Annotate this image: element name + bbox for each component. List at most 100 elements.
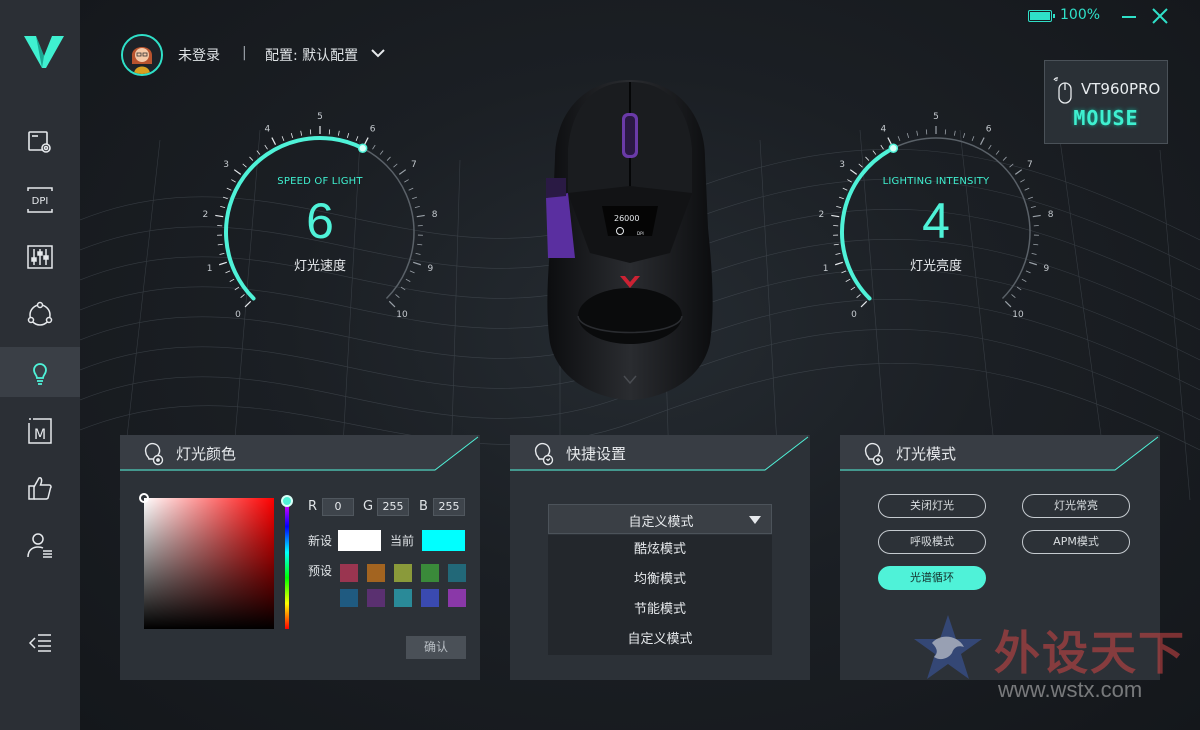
gauge-tick bbox=[290, 132, 294, 139]
device-name: VT960PRO bbox=[1081, 80, 1161, 98]
preset-color-swatch[interactable] bbox=[448, 589, 466, 607]
shortcut-panel-title: 快捷设置 bbox=[566, 445, 627, 463]
color-picker-handle[interactable] bbox=[139, 493, 149, 503]
thumbs-up-icon bbox=[28, 477, 52, 500]
mode-button-off[interactable]: 关闭灯光 bbox=[878, 494, 986, 518]
current-color-swatch bbox=[422, 530, 465, 551]
b-input[interactable]: 255 bbox=[433, 498, 465, 516]
battery-level: 100% bbox=[1060, 7, 1101, 23]
gauge-tick bbox=[971, 136, 975, 142]
gauge-tick-label: 5 bbox=[317, 112, 323, 122]
panel-header-decoration bbox=[840, 435, 1160, 471]
dropdown-option[interactable]: 酷炫模式 bbox=[548, 535, 772, 565]
sidebar-item-lighting[interactable] bbox=[0, 347, 80, 397]
gauge-tick bbox=[398, 169, 407, 175]
mode-dropdown[interactable]: 自定义模式 bbox=[548, 504, 772, 534]
gauge-tick bbox=[363, 137, 369, 145]
sidebar-item-user[interactable] bbox=[0, 520, 80, 570]
gauge-tick bbox=[1021, 278, 1027, 282]
gauge-tick-label: 5 bbox=[933, 112, 939, 122]
mode-button-spectrum[interactable]: 光谱循环 bbox=[878, 566, 986, 590]
speed-gauge[interactable]: 0 1 2 3 4 5 6 7 8 9 10 SPEED OF LIGHT 6 灯光速度 bbox=[190, 110, 450, 320]
gauge-tick bbox=[229, 278, 235, 282]
color-picker-area[interactable] bbox=[144, 498, 274, 629]
r-input[interactable]: 0 bbox=[322, 498, 354, 516]
chevron-down-icon[interactable] bbox=[370, 46, 386, 60]
gauge-tick bbox=[400, 286, 406, 291]
gauge-tick bbox=[234, 286, 240, 291]
gauge-tick bbox=[372, 144, 376, 150]
watermark-url: www.wstx.com bbox=[998, 677, 1143, 702]
main-area: 100% 未登录 | 配置: 默认配置 VT960PRO MOUSE 01234… bbox=[80, 0, 1200, 730]
sidebar-collapse-button[interactable] bbox=[0, 618, 80, 668]
hue-slider[interactable] bbox=[285, 501, 289, 629]
settings-icon bbox=[28, 131, 51, 153]
macro-icon: M bbox=[28, 418, 52, 444]
minimize-button[interactable] bbox=[1120, 8, 1138, 24]
dropdown-option[interactable]: 均衡模式 bbox=[548, 565, 772, 595]
gauge-tick bbox=[1004, 300, 1012, 308]
gauge-tick-label: 0 bbox=[235, 310, 241, 320]
gauge-tick-label: 4 bbox=[880, 125, 886, 135]
b-label: B bbox=[419, 499, 428, 514]
gauge-tick bbox=[887, 137, 893, 145]
gauge-tick bbox=[388, 300, 396, 308]
sidebar-item-cycle[interactable] bbox=[0, 290, 80, 340]
preset-label: 预设 bbox=[308, 564, 333, 578]
gauge-tick bbox=[242, 163, 247, 168]
preset-color-swatch[interactable] bbox=[340, 589, 358, 607]
battery-icon bbox=[1028, 10, 1055, 22]
user-settings-icon bbox=[27, 533, 52, 558]
gauge-tick bbox=[860, 300, 868, 308]
light-mode-panel-title: 灯光模式 bbox=[896, 445, 957, 463]
gauge-tick-label: 7 bbox=[411, 160, 417, 170]
confirm-button[interactable]: 确认 bbox=[406, 636, 466, 659]
hue-slider-handle[interactable] bbox=[281, 495, 293, 507]
new-color-swatch bbox=[338, 530, 381, 551]
gauge-tick bbox=[962, 132, 966, 139]
mode-button-breathing[interactable]: 呼吸模式 bbox=[878, 530, 986, 554]
preset-color-swatch[interactable] bbox=[394, 564, 412, 582]
preset-color-swatch[interactable] bbox=[394, 589, 412, 607]
gauge-tick bbox=[405, 278, 411, 282]
sidebar-item-like[interactable] bbox=[0, 463, 80, 513]
g-input[interactable]: 255 bbox=[377, 498, 409, 516]
preset-color-swatch[interactable] bbox=[367, 589, 385, 607]
gauge-tick bbox=[346, 132, 350, 139]
preset-color-swatch[interactable] bbox=[421, 564, 439, 582]
gauge-tick bbox=[858, 163, 863, 168]
gauge-handle[interactable] bbox=[357, 143, 368, 153]
color-panel-title: 灯光颜色 bbox=[176, 445, 237, 463]
gauge-tick bbox=[916, 130, 919, 136]
brightness-gauge[interactable]: 0 1 2 3 4 5 6 7 8 9 10 LIGHTING INTENSITY 4 灯光亮度 bbox=[806, 110, 1066, 320]
gauge-handle[interactable] bbox=[888, 143, 899, 153]
preset-color-swatch[interactable] bbox=[340, 564, 358, 582]
gauge-tick bbox=[281, 136, 285, 142]
preset-color-swatch[interactable] bbox=[421, 589, 439, 607]
mode-button-apm[interactable]: APM模式 bbox=[1022, 530, 1130, 554]
lightbulb-icon bbox=[33, 363, 47, 385]
sidebar-item-dpi[interactable]: DPI bbox=[0, 175, 80, 225]
mode-button-steady[interactable]: 灯光常亮 bbox=[1022, 494, 1130, 518]
preset-color-swatch[interactable] bbox=[367, 564, 385, 582]
mouse-dpi-readout: 26000 bbox=[614, 214, 639, 223]
color-palette-icon bbox=[144, 442, 164, 466]
brand-logo bbox=[24, 36, 64, 68]
dropdown-option[interactable]: 节能模式 bbox=[548, 595, 772, 625]
close-button[interactable] bbox=[1150, 6, 1170, 26]
gauge-tick-label: 10 bbox=[1012, 310, 1024, 320]
profile-selector-label[interactable]: 配置: 默认配置 bbox=[265, 45, 358, 65]
dropdown-option[interactable]: 自定义模式 bbox=[548, 625, 772, 655]
new-color-label: 新设 bbox=[308, 534, 333, 548]
preset-color-swatch[interactable] bbox=[448, 564, 466, 582]
user-status[interactable]: 未登录 bbox=[178, 45, 220, 65]
gauge-tick bbox=[386, 156, 391, 161]
svg-text:DPI: DPI bbox=[32, 196, 49, 207]
sidebar-item-macro[interactable]: M bbox=[0, 406, 80, 456]
gauge-tick bbox=[880, 144, 884, 150]
mode-dropdown-list: 酷炫模式 均衡模式 节能模式 自定义模式 bbox=[548, 535, 772, 655]
sidebar-item-settings[interactable] bbox=[0, 117, 80, 167]
speed-gauge-value: 6 bbox=[306, 193, 334, 249]
sidebar-item-equalizer[interactable] bbox=[0, 232, 80, 282]
avatar[interactable] bbox=[121, 34, 163, 76]
